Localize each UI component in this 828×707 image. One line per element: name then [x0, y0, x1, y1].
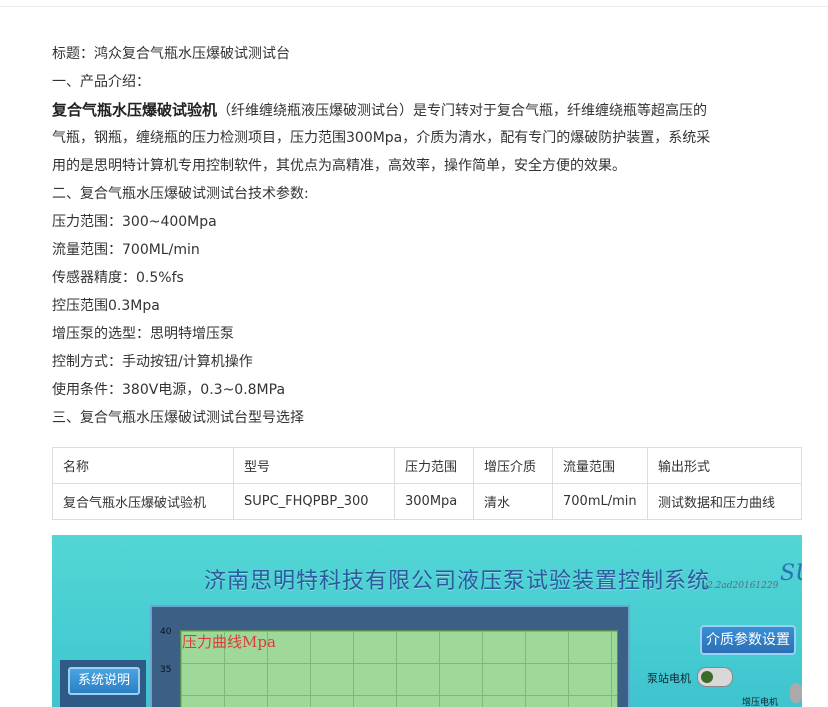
table-cell: 清水: [473, 483, 553, 520]
table-header-row: 名称 型号 压力范围 增压介质 流量范围 输出形式: [52, 447, 802, 484]
y-tick-label: 35: [160, 665, 172, 675]
param-item: 传感器精度：0.5%fs: [52, 270, 184, 286]
table-header: 名称: [52, 447, 234, 484]
param-item: 控制方式：手动按钮/计算机操作: [52, 354, 253, 370]
table-cell: 复合气瓶水压爆破试验机: [52, 483, 234, 520]
table-header: 流量范围: [552, 447, 648, 484]
table-header: 压力范围: [394, 447, 474, 484]
pump-toggle-switch: [697, 667, 733, 687]
table-header: 输出形式: [647, 447, 802, 484]
param-item: 使用条件：380V电源，0.3~0.8MPa: [52, 382, 286, 398]
article-content: 标题：鸿众复合气瓶水压爆破试测试台 一、产品介绍： 复合气瓶水压爆破试验机（纤维…: [52, 40, 812, 432]
table-cell: SUPC_FHQPBP_300: [233, 483, 395, 520]
table-header: 增压介质: [473, 447, 553, 484]
pressure-curve-label: 压力曲线Mpa: [182, 633, 276, 651]
table-row: 复合气瓶水压爆破试验机 SUPC_FHQPBP_300 300Mpa 清水 70…: [52, 483, 802, 520]
brand-logo-partial: SU: [780, 561, 802, 586]
intro-heading: 一、产品介绍：: [52, 74, 150, 90]
table-cell: 测试数据和压力曲线: [647, 483, 802, 520]
table-cell: 300Mpa: [394, 483, 474, 520]
pressurize-motor-label: 增压电机: [742, 698, 779, 707]
param-item: 流量范围：700ML/min: [52, 242, 200, 258]
top-divider: [0, 6, 828, 7]
article-title: 标题：鸿众复合气瓶水压爆破试测试台: [52, 46, 290, 62]
system-info-button: 系统说明: [68, 667, 140, 695]
intro-text-2: 气瓶，钢瓶，缠绕瓶的压力检测项目，压力范围300Mpa，介质为清水，配有专门的爆…: [52, 130, 711, 146]
software-version: v2.2ad20161229: [702, 581, 779, 591]
param-item: 控压范围0.3Mpa: [52, 298, 160, 314]
intro-bold-term: 复合气瓶水压爆破试验机: [52, 101, 218, 119]
intro-text-3: 用的是思明特计算机专用控制软件，其优点为高精准，高效率，操作简单，安全方便的效果…: [52, 158, 626, 174]
param-item: 增压泵的选型：思明特增压泵: [52, 326, 234, 342]
pump-motor-label: 泵站电机: [647, 672, 691, 685]
software-screenshot-image: 济南思明特科技有限公司液压泵试验装置控制系统 v2.2ad20161229 SU…: [52, 535, 802, 707]
intro-paragraph: 复合气瓶水压爆破试验机（纤维缠绕瓶液压爆破测试台）是专门转对于复合气瓶，纤维缠绕…: [52, 96, 800, 180]
table-cell: 700mL/min: [552, 483, 648, 520]
models-heading: 三、复合气瓶水压爆破试测试台型号选择: [52, 410, 304, 426]
intro-text-1: （纤维缠绕瓶液压爆破测试台）是专门转对于复合气瓶，纤维缠绕瓶等超高压的: [217, 103, 708, 119]
table-header: 型号: [233, 447, 395, 484]
knob-icon: [790, 683, 802, 703]
param-item: 压力范围：300~400Mpa: [52, 214, 217, 230]
params-heading: 二、复合气瓶水压爆破试测试台技术参数:: [52, 186, 309, 202]
y-tick-label: 40: [160, 627, 172, 637]
model-table: 名称 型号 压力范围 增压介质 流量范围 输出形式 复合气瓶水压爆破试验机 SU…: [52, 447, 802, 520]
software-title: 济南思明特科技有限公司液压泵试验装置控制系统: [204, 569, 711, 594]
medium-params-button: 介质参数设置: [700, 625, 796, 655]
